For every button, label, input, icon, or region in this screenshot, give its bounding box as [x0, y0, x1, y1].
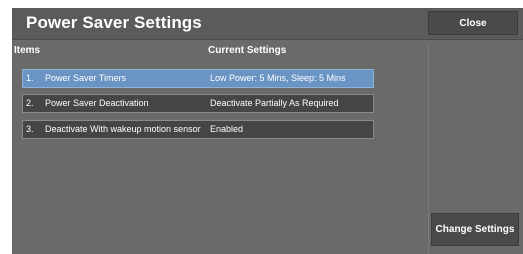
row-item-name: Power Saver Deactivation — [45, 98, 149, 108]
row-number: 1. — [26, 73, 34, 83]
table-row-power-saver-timers[interactable]: 1. Power Saver Timers Low Power: 5 Mins,… — [22, 69, 374, 88]
row-item-name: Power Saver Timers — [45, 73, 127, 83]
row-number: 2. — [26, 98, 34, 108]
column-header-items: Items — [14, 45, 41, 56]
power-saver-settings-screen: Power Saver Settings Close Items Current… — [12, 8, 523, 254]
change-settings-button[interactable]: Change Settings — [431, 213, 519, 246]
panel-divider — [428, 45, 429, 254]
row-number: 3. — [26, 124, 34, 134]
column-header-current-settings: Current Settings — [208, 45, 287, 56]
row-current-setting: Enabled — [210, 124, 244, 134]
row-current-setting: Low Power: 5 Mins, Sleep: 5 Mins — [210, 73, 346, 83]
page-title: Power Saver Settings — [26, 13, 202, 32]
row-item-name: Deactivate With wakeup motion sensor — [45, 124, 201, 134]
table-row-wakeup-motion-sensor[interactable]: 3. Deactivate With wakeup motion sensor … — [22, 120, 374, 139]
row-current-setting: Deactivate Partially As Required — [210, 98, 339, 108]
table-row-power-saver-deactivation[interactable]: 2. Power Saver Deactivation Deactivate P… — [22, 94, 374, 113]
close-button[interactable]: Close — [428, 11, 518, 35]
title-bar: Power Saver Settings Close — [12, 8, 523, 40]
